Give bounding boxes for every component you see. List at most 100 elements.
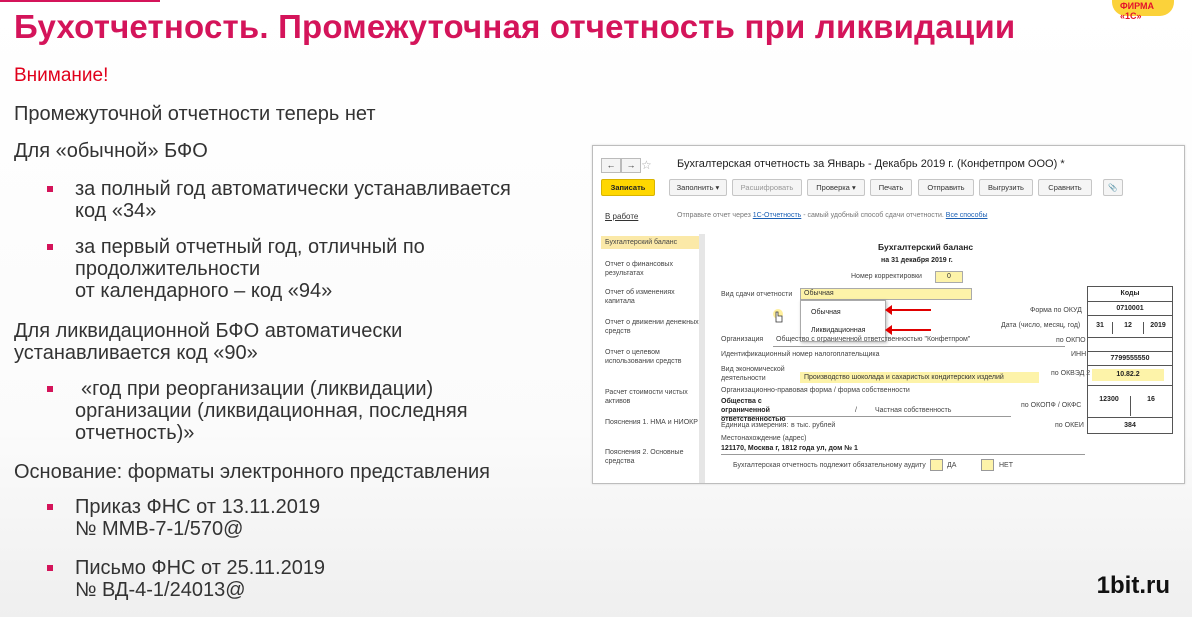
sidebar-item-net-assets[interactable]: Расчет стоимости чистых активов: [601, 386, 705, 408]
audit-yes-checkbox[interactable]: [930, 459, 943, 471]
bullet-first-year: за первый отчетный год, отличный по прод…: [47, 236, 425, 302]
okpo-code[interactable]: [1088, 337, 1172, 352]
bullet-text: Приказ ФНС от 13.11.2019: [75, 496, 321, 518]
fill-button[interactable]: Заполнить ▾: [669, 179, 727, 196]
activity-value[interactable]: Производство шоколада и сахаристых конди…: [800, 372, 1039, 383]
correction-field[interactable]: 0: [935, 271, 963, 283]
okved-code[interactable]: 10.82.2: [1092, 369, 1164, 381]
decode-button[interactable]: Расшифровать: [732, 179, 802, 196]
report-window: ← → ☆ Бухгалтерская отчетность за Январь…: [592, 145, 1185, 484]
send-hint-middle: - самый удобный способ сдачи отчетности.: [801, 212, 946, 219]
bullet-text: «год при реорганизации (ликвидации): [81, 378, 434, 400]
sidebar-scrollbar[interactable]: [699, 234, 705, 483]
activity-label: Вид экономической деятельности: [721, 366, 785, 382]
1c-reporting-link[interactable]: 1С-Отчетность: [753, 212, 802, 219]
compare-button[interactable]: Сравнить: [1038, 179, 1092, 196]
red-arrow-icon: [885, 305, 931, 315]
sidebar-item-fixed-assets[interactable]: Пояснения 2. Основные средства: [601, 446, 705, 468]
audit-no-label: НЕТ: [999, 462, 1013, 469]
audit-yes-label: ДА: [947, 462, 957, 469]
okved-row: 10.82.2: [1088, 365, 1172, 386]
underline: [773, 346, 1065, 347]
okopf-code[interactable]: 12300: [1088, 396, 1131, 416]
save-button[interactable]: Записать: [601, 179, 655, 196]
check-button[interactable]: Проверка ▾: [807, 179, 865, 196]
bullet-text: № ВД-4-1/24013@: [75, 579, 246, 601]
okfs-code[interactable]: 16: [1131, 396, 1171, 416]
codes-table: Коды 0710001 31 12 2019 7799555550 10.82…: [1087, 286, 1173, 434]
print-button[interactable]: Печать: [870, 179, 912, 196]
bullet-text: за полный год автоматически устанавливае…: [75, 178, 511, 200]
liquidation-heading: Для ликвидационной БФО автоматически уст…: [14, 320, 402, 364]
opf-value[interactable]: Общества с ограниченной ответственностью: [721, 397, 811, 424]
send-hint-prefix: Отправьте отчет через: [677, 212, 753, 219]
date-month[interactable]: 12: [1113, 322, 1144, 334]
submission-type-select[interactable]: Обычная: [800, 288, 972, 300]
okopf-row: 12300 16: [1088, 385, 1172, 418]
correction-label: Номер корректировки: [851, 273, 922, 280]
organization-value[interactable]: Общество с ограниченной ответственностью…: [776, 336, 970, 343]
organization-label: Организация: [721, 336, 764, 343]
date-row: 31 12 2019: [1088, 315, 1172, 338]
option-usual[interactable]: Обычная: [811, 309, 841, 316]
heading-line: Для ликвидационной БФО автоматически: [14, 320, 403, 342]
company-logo: ФИРМА «1С»: [1112, 0, 1174, 21]
okpo-label: по ОКПО: [1056, 337, 1086, 344]
ownership-value[interactable]: Частная собственность: [875, 407, 951, 414]
top-accent-line: [0, 0, 160, 2]
forward-button[interactable]: →: [621, 158, 641, 173]
form-heading: Бухгалтерский баланс: [878, 242, 974, 252]
okud-label: Форма по ОКУД: [1030, 307, 1082, 314]
red-arrow-icon: [885, 325, 931, 335]
separator-slash: /: [855, 407, 857, 414]
submission-type-label: Вид сдачи отчетности: [721, 291, 793, 298]
bullet-liquidation-code: «год при реорганизации (ликвидации) орга…: [47, 378, 468, 444]
bullet-full-year: за полный год автоматически устанавливае…: [47, 178, 511, 222]
okei-label: по ОКЕИ: [1055, 422, 1084, 429]
heading-line: устанавливается код «90»: [14, 342, 258, 364]
basis-heading: Основание: форматы электронного представ…: [14, 461, 490, 483]
bullet-text: код «34»: [75, 200, 157, 222]
unit-label: Единица измерения:: [721, 422, 789, 429]
bullet-text: организации (ликвидационная, последняя: [75, 400, 468, 422]
sidebar-item-financial-results[interactable]: Отчет о финансовых результатах: [601, 258, 705, 280]
all-methods-link[interactable]: Все способы: [946, 212, 988, 219]
address-value[interactable]: 121170, Москва г, 1812 года ул, дом № 1: [721, 445, 858, 452]
bullet-text: отчетность)»: [75, 422, 195, 444]
send-button[interactable]: Отправить: [918, 179, 974, 196]
back-button[interactable]: ←: [601, 158, 621, 173]
attach-icon[interactable]: 📎: [1103, 179, 1123, 196]
date-day[interactable]: 31: [1088, 322, 1113, 334]
upload-button[interactable]: Выгрузить: [979, 179, 1033, 196]
bullet-text: Письмо ФНС от 25.11.2019: [75, 557, 326, 579]
bullet-order: Приказ ФНС от 13.11.2019 № ММВ-7-1/570@: [46, 496, 321, 540]
opf-label: Организационно-правовая форма / форма со…: [721, 387, 910, 394]
sidebar-item-intangibles[interactable]: Пояснения 1. НМА и НИОКР: [601, 416, 705, 429]
okud-code[interactable]: 0710001: [1088, 301, 1172, 316]
bullet-text: за первый отчетный год, отличный по: [75, 236, 425, 258]
logo-text: ФИРМА «1С»: [1120, 1, 1155, 21]
okved-label: по ОКВЭД 2: [1051, 370, 1091, 377]
sidebar-item-target-use[interactable]: Отчет о целевом использовании средств: [601, 346, 705, 368]
sidebar-item-cash-flow[interactable]: Отчет о движении денежных средств: [601, 316, 705, 338]
okei-code[interactable]: 384: [1088, 417, 1172, 434]
audit-no-checkbox[interactable]: [981, 459, 994, 471]
inn-code[interactable]: 7799555550: [1088, 351, 1172, 366]
brand-logo: 1bit.ru: [1096, 572, 1170, 599]
option-liquidation[interactable]: Ликвидационная: [811, 327, 865, 334]
bullet-letter: Письмо ФНС от 25.11.2019 № ВД-4-1/24013@: [46, 557, 326, 601]
hand-cursor-icon: [773, 309, 783, 323]
favorite-star-icon[interactable]: ☆: [641, 158, 652, 172]
codes-header: Коды: [1120, 290, 1140, 297]
sections-sidebar: Бухгалтерский баланс Отчет о финансовых …: [601, 234, 705, 483]
inn-label: ИНН: [1071, 351, 1087, 358]
underline: [721, 416, 1011, 417]
sidebar-item-balance[interactable]: Бухгалтерский баланс: [601, 236, 705, 249]
status-link[interactable]: В работе: [605, 212, 638, 221]
sidebar-item-capital-changes[interactable]: Отчет об изменениях капитала: [601, 286, 705, 308]
date-year[interactable]: 2019: [1144, 322, 1172, 334]
bullet-text: № ММВ-7-1/570@: [75, 518, 244, 540]
slide-title: Бухотчетность. Промежуточная отчетность …: [14, 8, 1016, 45]
attention-text: Внимание!: [14, 65, 109, 86]
unit-value[interactable]: в тыс. рублей: [791, 422, 835, 429]
